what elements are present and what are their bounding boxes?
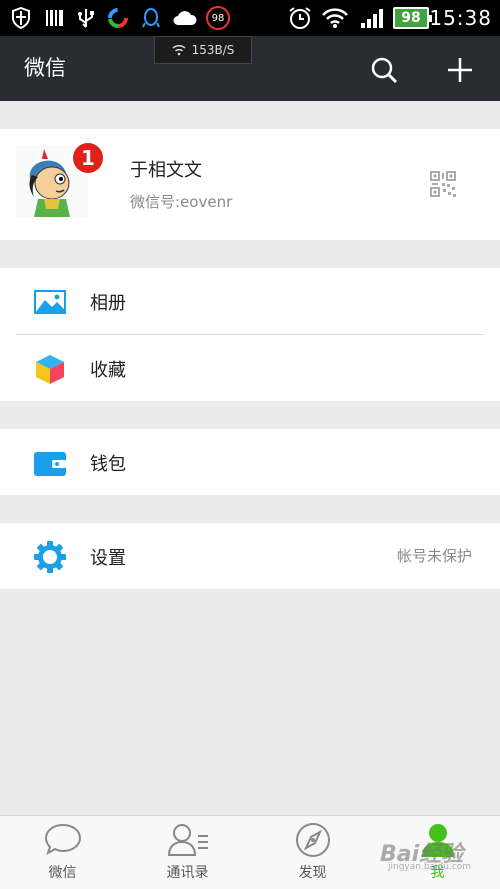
wallet-icon xyxy=(34,447,66,479)
menu-item-album[interactable]: 相册 xyxy=(0,268,500,334)
wechat-id: 微信号:eovenr xyxy=(130,193,233,211)
menu-label-album: 相册 xyxy=(90,293,126,314)
tab-label-discover: 发现 xyxy=(298,865,327,881)
menu-label-settings: 设置 xyxy=(90,548,126,569)
menu-item-wallet[interactable]: 钱包 xyxy=(0,429,500,495)
gear-icon xyxy=(34,541,66,573)
alarm-icon xyxy=(286,6,314,30)
wifi-icon xyxy=(321,6,349,30)
menu-label-wallet: 钱包 xyxy=(90,454,126,475)
shield-icon xyxy=(10,6,32,30)
tab-label-contacts: 通讯录 xyxy=(166,865,209,881)
network-speed: 153B/S xyxy=(191,43,235,57)
barcode-icon xyxy=(44,6,66,30)
status-bar: 98 98 15:38 xyxy=(0,0,500,36)
notification-count-badge: 98 xyxy=(206,6,230,30)
network-speed-popup: 153B/S xyxy=(154,36,252,64)
sync-icon xyxy=(106,6,130,30)
menu-item-settings[interactable]: 设置 帐号未保护 xyxy=(0,523,500,589)
tab-chats[interactable]: 微信 xyxy=(0,816,125,889)
clock: 15:38 xyxy=(429,6,492,30)
favorites-cube-icon xyxy=(34,353,66,385)
tab-contacts[interactable]: 通讯录 xyxy=(125,816,250,889)
app-title: 微信 xyxy=(24,56,66,80)
menu-group-settings: 设置 帐号未保护 xyxy=(0,523,500,589)
menu-group-media: 相册 收藏 xyxy=(0,268,500,401)
watermark-url: jingyan.baidu.com xyxy=(388,862,472,872)
contacts-icon xyxy=(167,824,208,856)
app-header: 微信 153B/S xyxy=(0,36,500,101)
menu-item-favorites[interactable]: 收藏 xyxy=(0,335,500,401)
plus-icon xyxy=(448,58,472,82)
account-protection-status: 帐号未保护 xyxy=(396,547,472,565)
search-button[interactable] xyxy=(364,50,404,90)
search-icon xyxy=(371,57,398,84)
tab-discover[interactable]: 发现 xyxy=(250,816,375,889)
signal-icon xyxy=(358,6,386,30)
chat-icon xyxy=(44,823,81,856)
usb-icon xyxy=(74,6,98,30)
qq-icon xyxy=(140,6,162,30)
compass-icon xyxy=(295,823,330,857)
wifi-small-icon xyxy=(172,44,186,56)
battery-indicator: 98 xyxy=(393,7,432,29)
menu-label-favorites: 收藏 xyxy=(90,360,126,381)
tab-label-chats: 微信 xyxy=(48,865,77,881)
add-button[interactable] xyxy=(440,50,480,90)
profile-name: 于相文文 xyxy=(130,160,202,181)
cloud-icon xyxy=(170,6,198,30)
menu-group-wallet: 钱包 xyxy=(0,429,500,495)
qr-code-icon[interactable] xyxy=(430,171,456,197)
notification-badge: 1 xyxy=(71,141,105,175)
album-icon xyxy=(34,286,66,318)
